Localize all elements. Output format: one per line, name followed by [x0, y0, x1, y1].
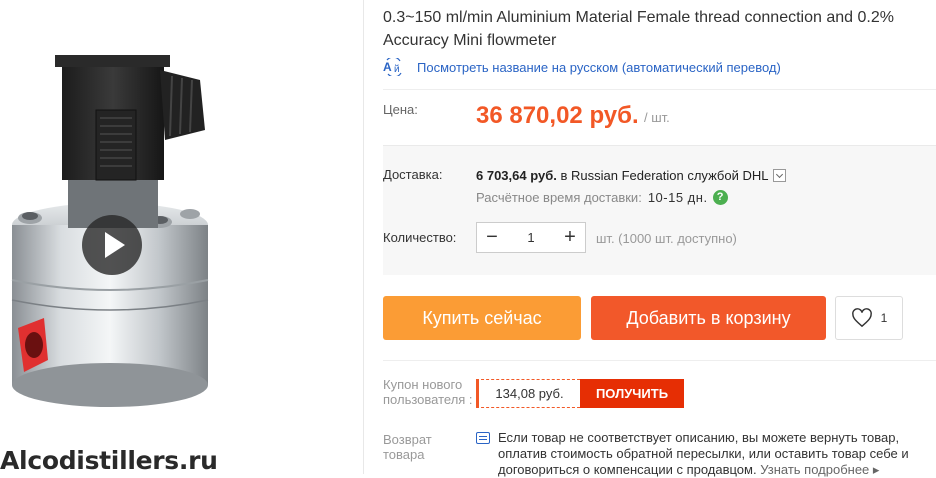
shipping-quantity-section — [383, 145, 936, 275]
quantity-input[interactable] — [507, 223, 555, 252]
chevron-down-icon[interactable] — [773, 169, 787, 182]
product-image[interactable]: Alcodistillers.ru — [0, 0, 363, 474]
svg-text:A: A — [383, 60, 392, 74]
eta-value: 10-15 дн. — [647, 190, 708, 205]
delivery-estimate: Расчётное время доставки: 10-15 дн. ? — [476, 190, 728, 205]
flowmeter-illustration — [11, 55, 209, 407]
coupon-label: Купон нового пользователя : — [383, 377, 473, 407]
watermark: Alcodistillers.ru — [0, 446, 218, 474]
shipping-destination: в Russian Federation службой DHL — [560, 168, 769, 183]
returns-text: Если товар не соответствует описанию, вы… — [498, 430, 936, 478]
translate-link-text[interactable]: Посмотреть название на русском (автомати… — [417, 60, 781, 75]
learn-more-link[interactable]: Узнать подробнее ▸ — [760, 462, 879, 477]
quantity-available: шт. (1000 шт. доступно) — [596, 231, 737, 246]
play-video-button[interactable] — [82, 215, 142, 275]
buy-now-button[interactable]: Купить сейчас — [383, 296, 581, 340]
shipping-label: Доставка: — [383, 167, 443, 182]
quantity-label: Количество: — [383, 230, 457, 245]
divider — [363, 0, 364, 474]
decrease-button[interactable]: − — [477, 223, 507, 252]
heart-icon — [851, 308, 872, 328]
divider — [383, 145, 936, 146]
wishlist-count: 1 — [880, 311, 888, 325]
play-icon — [105, 232, 125, 258]
product-title: 0.3~150 ml/min Aluminium Material Female… — [383, 9, 894, 49]
get-coupon-button[interactable]: ПОЛУЧИТЬ — [580, 379, 684, 408]
coupon-amount: 134,08 руб. — [476, 379, 580, 408]
price-value: 36 870,02 руб. — [476, 102, 639, 129]
increase-button[interactable]: + — [555, 223, 585, 252]
wishlist-button[interactable]: 1 — [835, 296, 903, 340]
translate-link[interactable]: A й Посмотреть название на русском (авто… — [383, 56, 781, 78]
return-policy-icon — [476, 432, 490, 444]
returns-label: Возврат товара — [383, 432, 432, 462]
eta-label: Расчётное время доставки: — [476, 190, 642, 205]
shipping-value[interactable]: 6 703,64 руб. в Russian Federation служб… — [476, 168, 787, 183]
svg-text:й: й — [394, 64, 400, 75]
translate-icon: A й — [383, 56, 405, 78]
price-unit: / шт. — [644, 110, 670, 125]
price-row: Цена: 36 870,02 руб. / шт. — [383, 90, 936, 145]
add-to-cart-button[interactable]: Добавить в корзину — [591, 296, 826, 340]
product-details: 0.3~150 ml/min Aluminium Material Female… — [383, 0, 936, 477]
help-icon[interactable]: ? — [712, 190, 728, 205]
shipping-cost: 6 703,64 руб. — [476, 168, 557, 183]
price-label: Цена: — [383, 102, 418, 117]
quantity-stepper: − + — [476, 222, 586, 253]
divider — [383, 360, 936, 361]
